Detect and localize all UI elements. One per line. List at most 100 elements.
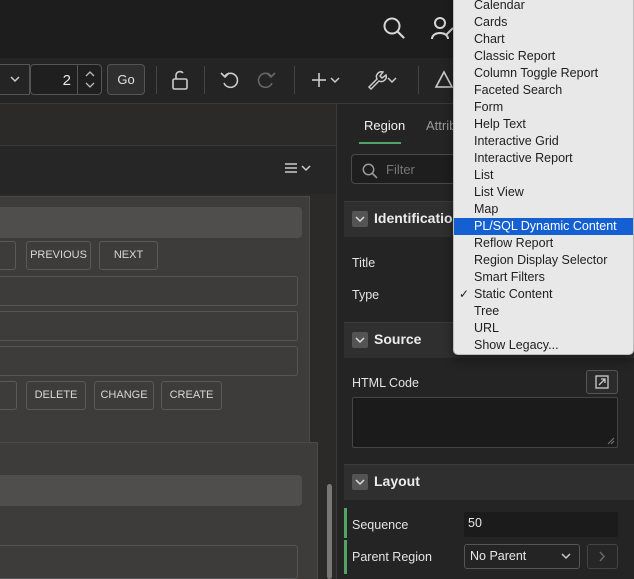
previous-button[interactable]: PREVIOUS (26, 241, 91, 270)
page-number-stepper[interactable] (77, 65, 101, 94)
toolbar-divider (204, 66, 205, 94)
dropdown-option[interactable]: URL (454, 320, 633, 337)
second-region[interactable] (0, 442, 318, 579)
dropdown-option-label: Region Display Selector (474, 253, 608, 267)
code-editor-button[interactable] (586, 370, 618, 394)
page-selector[interactable] (0, 64, 30, 95)
parent-region-label: Parent Region (352, 550, 432, 564)
dropdown-option[interactable]: Region Display Selector (454, 252, 633, 269)
sequence-label: Sequence (352, 518, 409, 532)
dropdown-option-label: Cards (474, 15, 508, 29)
collapse-toggle-icon[interactable] (352, 474, 368, 490)
form-item[interactable] (0, 346, 298, 376)
dropdown-option[interactable]: Reflow Report (454, 235, 633, 252)
dropdown-option-label: Form (474, 100, 504, 114)
dropdown-option[interactable]: List (454, 167, 633, 184)
dropdown-option[interactable]: Cards (454, 14, 633, 31)
utilities-wrench-icon[interactable] (366, 70, 398, 90)
dropdown-option-label: Smart Filters (474, 270, 545, 284)
html-code-label: HTML Code (352, 376, 419, 390)
layout-canvas: PREVIOUS NEXT DELETE CHANGE CREATE (0, 104, 336, 579)
chevron-down-icon (10, 76, 20, 83)
dropdown-option[interactable]: Classic Report (454, 48, 633, 65)
form-item[interactable] (0, 276, 298, 306)
sequence-input[interactable]: 50 (464, 512, 618, 537)
region-button-stub[interactable] (0, 381, 17, 410)
tab-attributes[interactable]: Attrib (426, 118, 456, 133)
chevron-right-icon (599, 551, 606, 562)
change-button[interactable]: CHANGE (94, 381, 154, 410)
dropdown-option[interactable]: Map (454, 201, 633, 218)
layout-section-header[interactable]: Layout (344, 464, 634, 500)
toolbar-divider (294, 66, 295, 94)
region-type-dropdown[interactable]: Calendar Cards Chart Classic Report Column T… (453, 0, 634, 355)
delete-button[interactable]: DELETE (26, 381, 86, 410)
dropdown-option[interactable]: Column Toggle Report (454, 65, 633, 82)
page-number-input[interactable]: 2 (30, 64, 102, 95)
title-label: Title (352, 256, 376, 270)
dropdown-option[interactable]: Faceted Search (454, 82, 633, 99)
source-section-title: Source (374, 331, 422, 347)
dropdown-option-label: Tree (474, 304, 500, 318)
form-item[interactable] (0, 545, 298, 579)
shared-components-icon[interactable] (434, 70, 454, 90)
required-indicator (344, 540, 347, 574)
dropdown-option-label: Map (474, 202, 499, 216)
redo-icon[interactable] (256, 70, 276, 90)
dropdown-option-label: URL (474, 321, 500, 335)
layout-section-title: Layout (374, 473, 420, 489)
collapse-toggle-icon[interactable] (352, 211, 368, 227)
dropdown-option[interactable]: ✓ Static Content (454, 286, 633, 303)
dropdown-option-label: Reflow Report (474, 236, 554, 250)
form-item[interactable] (0, 311, 298, 341)
dropdown-option-label: Show Legacy... (474, 338, 559, 352)
dropdown-option-label: Static Content (474, 287, 553, 301)
undo-icon[interactable] (220, 70, 240, 90)
dropdown-option-label: Calendar (474, 0, 525, 12)
create-button[interactable]: CREATE (161, 381, 222, 410)
go-button[interactable]: Go (107, 64, 145, 95)
view-menu-icon[interactable] (284, 162, 314, 176)
parent-region-value: No Parent (470, 549, 527, 563)
dropdown-option[interactable]: Interactive Grid (454, 133, 633, 150)
dropdown-option[interactable]: Interactive Report (454, 150, 633, 167)
dropdown-option[interactable]: Help Text (454, 116, 633, 133)
create-menu-icon[interactable] (310, 70, 342, 90)
user-icon[interactable] (431, 16, 455, 40)
region-title-bar[interactable] (0, 475, 302, 506)
dropdown-option[interactable]: Tree (454, 303, 633, 320)
unlock-icon[interactable] (170, 70, 190, 90)
required-indicator (344, 508, 347, 538)
dropdown-option-label: List (474, 168, 494, 182)
dropdown-option[interactable]: Smart Filters (454, 269, 633, 286)
dropdown-option[interactable]: PL/SQL Dynamic Content (454, 218, 633, 235)
dropdown-option[interactable]: Chart (454, 31, 633, 48)
collapse-toggle-icon[interactable] (352, 332, 368, 348)
toolbar-divider (156, 66, 157, 94)
stepper-icon (85, 71, 95, 88)
dropdown-option-label: Interactive Grid (474, 134, 559, 148)
canvas-scrollbar[interactable] (327, 484, 332, 579)
region-title-bar[interactable] (0, 207, 302, 238)
chevron-down-icon (561, 553, 571, 560)
resize-handle-icon[interactable] (607, 437, 615, 445)
parent-region-select[interactable]: No Parent (464, 544, 580, 569)
dropdown-option[interactable]: Show Legacy... (454, 337, 633, 354)
active-tab-indicator (359, 142, 401, 144)
dropdown-option-label: PL/SQL Dynamic Content (474, 219, 617, 233)
dropdown-option-label: Classic Report (474, 49, 556, 63)
toolbar-divider (418, 66, 419, 94)
dropdown-option[interactable]: Calendar (454, 0, 633, 14)
html-code-textarea[interactable] (352, 397, 618, 448)
dropdown-option[interactable]: Form (454, 99, 633, 116)
identification-section-title: Identification (374, 210, 462, 226)
tab-region[interactable]: Region (364, 118, 405, 133)
filter-placeholder: Filter (386, 162, 415, 177)
next-button[interactable]: NEXT (99, 241, 158, 270)
go-to-parent-button[interactable] (587, 544, 618, 569)
search-icon[interactable] (383, 17, 405, 39)
page-number-value: 2 (62, 72, 71, 89)
dropdown-option[interactable]: List View (454, 184, 633, 201)
dropdown-option-label: Interactive Report (474, 151, 573, 165)
region-button-stub[interactable] (0, 241, 16, 270)
